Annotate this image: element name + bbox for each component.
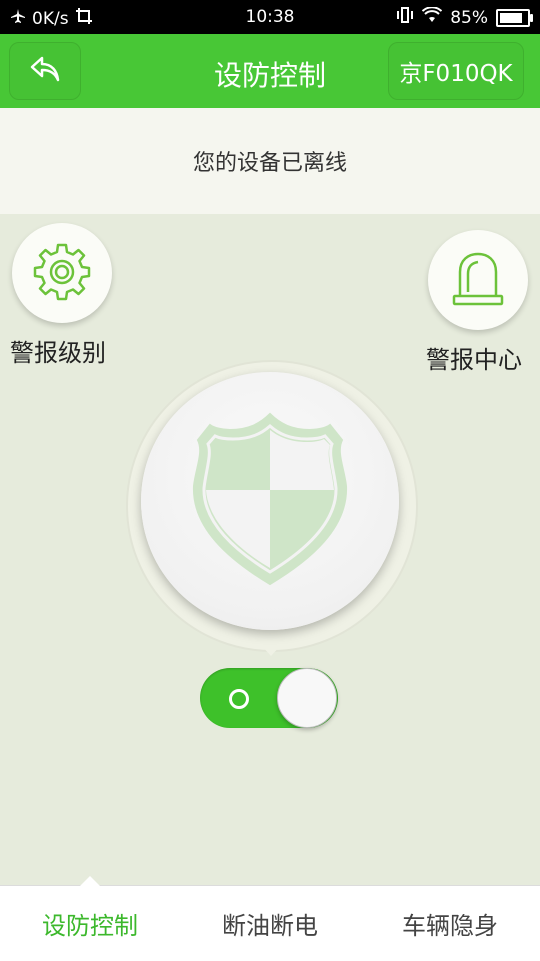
toggle-knob[interactable]: [277, 668, 337, 728]
status-right: 85%: [396, 6, 533, 29]
arm-toggle-switch[interactable]: [200, 668, 338, 728]
tab-cut-fuel-power[interactable]: 断油断电: [180, 886, 360, 961]
tab-vehicle-stealth[interactable]: 车辆隐身: [360, 886, 540, 961]
gear-icon: [30, 239, 94, 307]
tab-arm-control[interactable]: 设防控制: [0, 886, 180, 961]
alarm-center-button[interactable]: [428, 230, 528, 330]
bottom-tab-bar: 设防控制 断油断电 车辆隐身: [0, 876, 540, 961]
alarm-center-label: 警报中心: [426, 346, 522, 374]
toggle-on-indicator-icon: [229, 689, 249, 709]
offline-message: 您的设备已离线: [192, 151, 347, 176]
battery-fill: [500, 12, 522, 23]
arm-shield-button[interactable]: [141, 372, 399, 630]
vehicle-plate-button[interactable]: 京F010QK: [388, 42, 524, 100]
wifi-icon: [422, 6, 443, 28]
battery-icon: [496, 8, 533, 27]
offline-banner: 您的设备已离线: [0, 108, 540, 214]
app-header: 设防控制 京F010QK: [0, 34, 540, 108]
siren-icon: [450, 246, 506, 314]
status-bar: 0K/s 10:38 85%: [0, 0, 540, 34]
shield-icon: [190, 410, 350, 592]
shield-pointer: [260, 644, 282, 656]
active-tab-notch: [80, 876, 100, 886]
alarm-level-button[interactable]: [12, 223, 112, 323]
vibrate-icon: [396, 6, 414, 29]
alarm-level-label: 警报级别: [10, 339, 106, 367]
battery-percent: 85%: [450, 7, 488, 28]
